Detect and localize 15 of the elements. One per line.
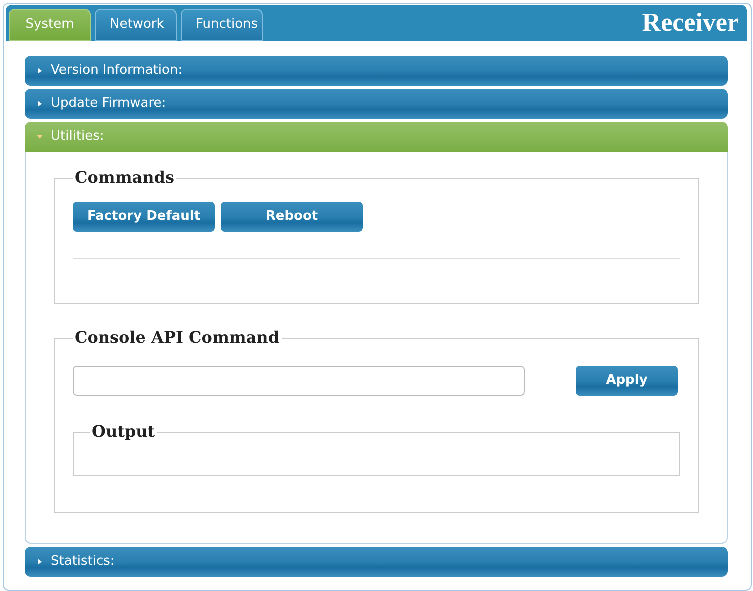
section-header[interactable]: Update Firmware:	[25, 89, 728, 119]
tab[interactable]: Network	[95, 9, 177, 41]
command-button[interactable]: Reboot	[221, 202, 363, 232]
output-title: Output	[91, 421, 156, 443]
section-header[interactable]: Version Information:	[25, 56, 728, 86]
tab[interactable]: Functions	[181, 9, 263, 41]
group-title: Console API Command	[74, 327, 280, 349]
section-header[interactable]: Statistics:	[25, 547, 728, 577]
group-title: Commands	[74, 167, 176, 189]
command-button[interactable]: Factory Default	[73, 202, 215, 232]
section-header[interactable]: Utilities:	[25, 122, 728, 152]
tab[interactable]: System	[9, 9, 91, 41]
device-title: Receiver	[642, 10, 740, 36]
apply-button[interactable]: Apply	[576, 366, 678, 396]
command-input-field[interactable]	[73, 366, 525, 396]
